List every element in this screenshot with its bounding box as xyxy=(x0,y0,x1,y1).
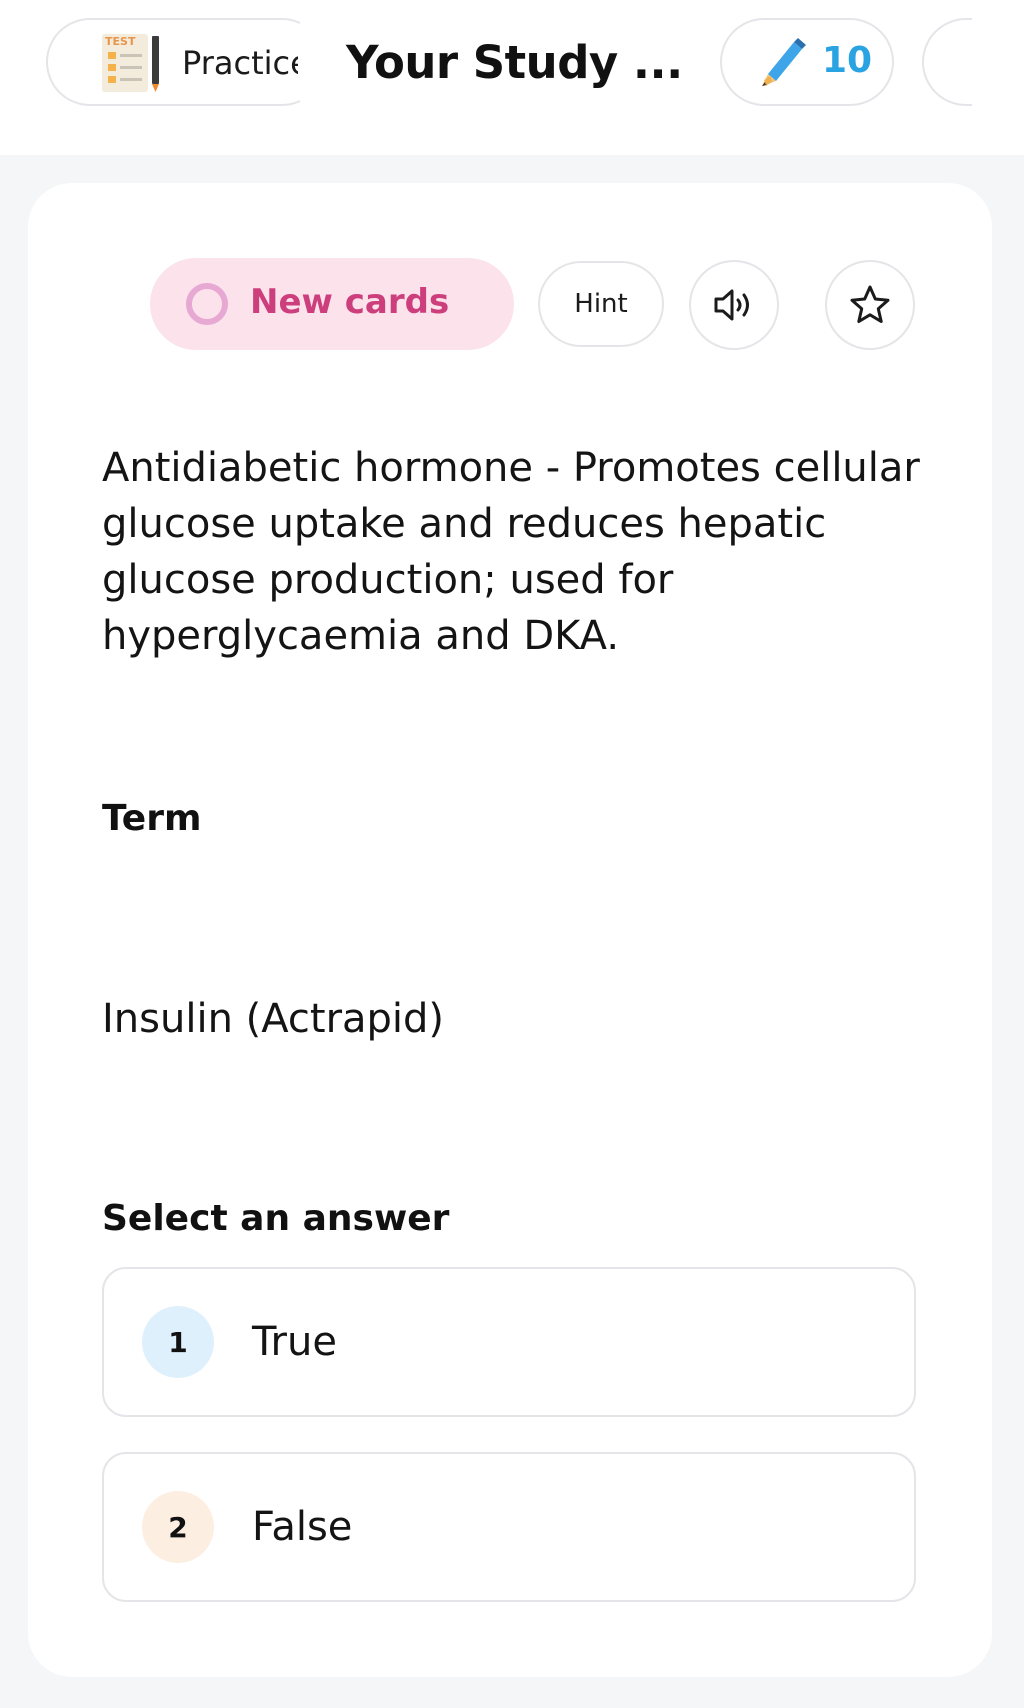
card-definition: Antidiabetic hormone - Promotes cellular… xyxy=(102,445,920,659)
answer-option-true[interactable]: 1 True xyxy=(102,1267,916,1417)
audio-button[interactable] xyxy=(689,260,779,350)
test-checklist-icon: TEST xyxy=(102,34,159,92)
option-label: True xyxy=(252,1319,337,1365)
points-value: 10 xyxy=(822,40,873,81)
new-cards-label: New cards xyxy=(250,282,450,322)
speaker-icon xyxy=(714,289,749,321)
practice-pill-clip xyxy=(300,10,340,120)
top-bar: TEST Practice Your Study ... 10 xyxy=(0,0,1024,155)
star-icon xyxy=(850,285,890,323)
option-label: False xyxy=(252,1504,353,1550)
practice-label: Practice xyxy=(182,44,298,82)
ring-icon xyxy=(186,283,228,325)
hint-button[interactable]: Hint xyxy=(538,261,664,347)
favorite-button[interactable] xyxy=(825,260,915,350)
answer-option-false[interactable]: 2 False xyxy=(102,1452,916,1602)
header-right-clip xyxy=(972,0,1024,150)
page-title: Your Study ... xyxy=(346,36,683,89)
svg-text:TEST: TEST xyxy=(105,35,136,48)
option-number-badge: 2 xyxy=(142,1491,214,1563)
term-value: Insulin (Actrapid) xyxy=(102,996,445,1042)
pencil-icon xyxy=(762,38,806,86)
select-answer-heading: Select an answer xyxy=(102,1198,450,1239)
option-number-badge: 1 xyxy=(142,1306,214,1378)
term-heading: Term xyxy=(102,798,202,839)
